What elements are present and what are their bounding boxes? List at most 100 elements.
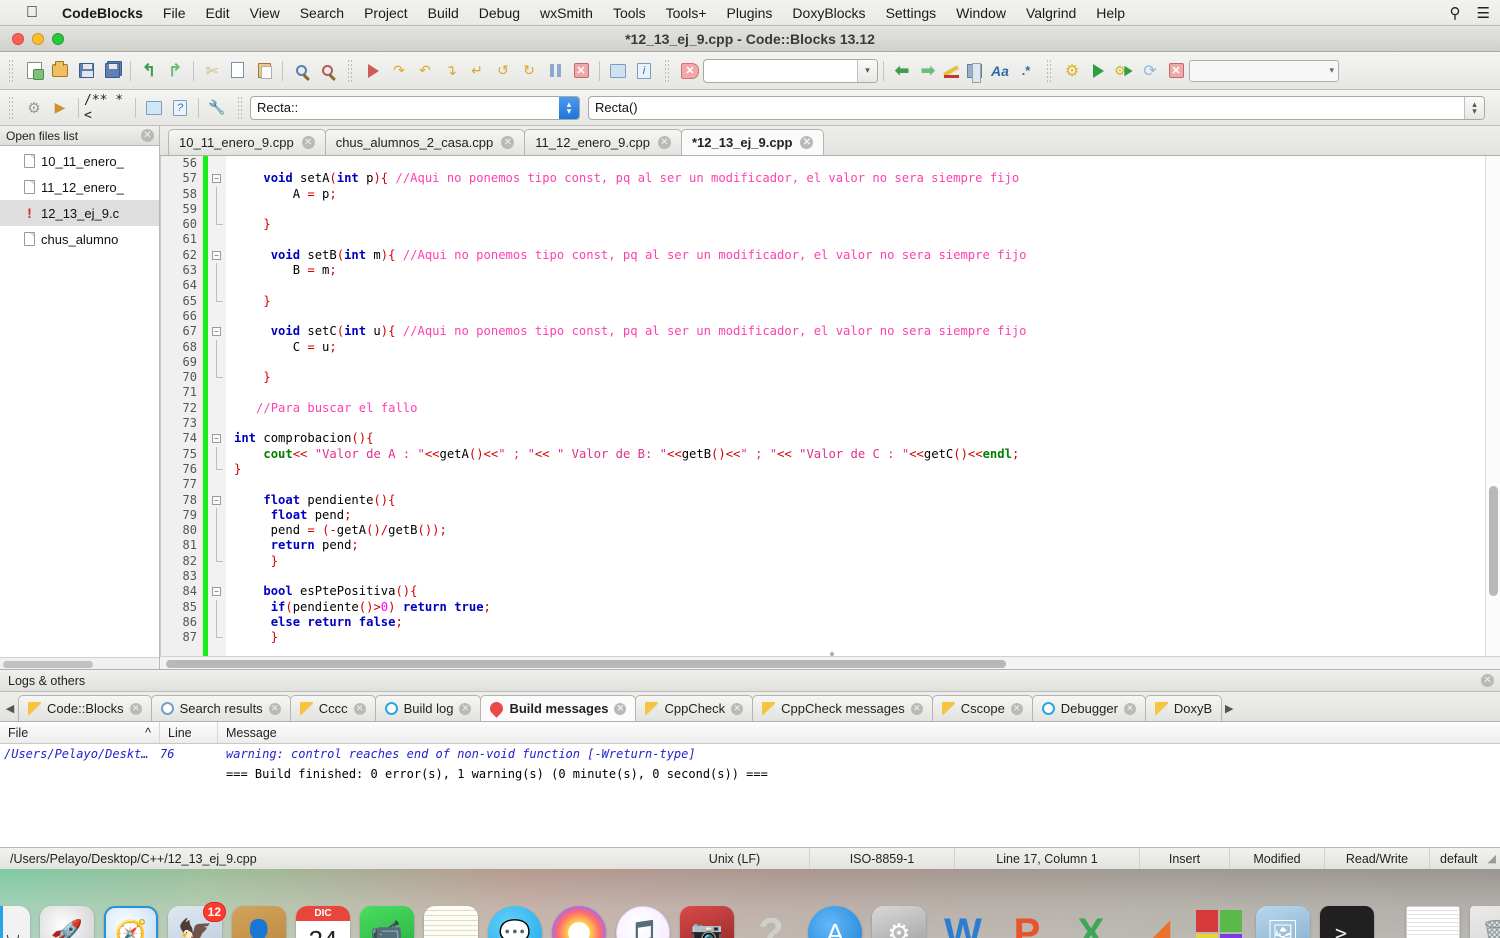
menu-item-project[interactable]: Project (354, 5, 418, 21)
match-case-icon[interactable]: Aa (987, 58, 1013, 84)
doxyblocks-html-icon[interactable] (141, 95, 167, 121)
paste-button[interactable] (251, 58, 277, 84)
dock-icon-word[interactable]: W (936, 906, 990, 938)
menu-item-wxsmith[interactable]: wxSmith (530, 5, 603, 21)
code-line[interactable]: } (234, 554, 1485, 569)
dock-icon-matlab[interactable]: ◢ (1128, 906, 1182, 938)
abort-build-button[interactable]: ✕ (1163, 58, 1189, 84)
code-line[interactable] (234, 416, 1485, 431)
open-files-list[interactable]: 10_11_enero_ 11_12_enero_ ! 12_13_ej_9.c… (0, 146, 159, 657)
column-header-file[interactable]: File ^ (0, 722, 160, 743)
code-line[interactable] (234, 355, 1485, 370)
scrollbar-thumb[interactable] (1489, 486, 1498, 596)
step-into-button[interactable]: ↴ (438, 58, 464, 84)
close-tab-icon[interactable]: ✕ (1010, 702, 1023, 715)
code-line[interactable]: void setB(int m){ //Aqui no ponemos tipo… (234, 248, 1485, 263)
fold-toggle-icon[interactable]: − (208, 493, 226, 508)
open-file-item-2[interactable]: ! 12_13_ej_9.c (0, 200, 159, 226)
code-line[interactable]: int comprobacion(){ (234, 431, 1485, 446)
dock-icon-notes[interactable] (424, 906, 478, 938)
new-file-button[interactable] (21, 58, 47, 84)
editor-tab-0[interactable]: 10_11_enero_9.cpp ✕ (168, 129, 326, 155)
split-handle-icon[interactable] (830, 652, 834, 656)
column-header-message[interactable]: Message (218, 722, 1500, 743)
code-line[interactable]: } (234, 630, 1485, 645)
window-controls[interactable] (0, 32, 64, 45)
toolbar-grip[interactable] (8, 58, 14, 83)
dock-icon-system-preferences[interactable]: ⚙ (872, 906, 926, 938)
dock-icon-calendar[interactable]: DIC24 (296, 906, 350, 938)
close-tab-icon[interactable]: ✕ (301, 136, 315, 149)
resize-grip-icon[interactable]: ◢ (1488, 852, 1500, 865)
log-tab-cscope[interactable]: Cscope ✕ (931, 695, 1033, 721)
log-tab-doxyblocks[interactable]: DoxyB (1144, 695, 1223, 721)
menu-item-toolsplus[interactable]: Tools+ (656, 5, 717, 21)
code-line[interactable]: } (234, 294, 1485, 309)
editor-horizontal-scrollbar[interactable] (160, 652, 1500, 669)
close-tab-icon[interactable]: ✕ (614, 702, 627, 715)
code-line[interactable]: else return false; (234, 615, 1485, 630)
doxygen-run-icon[interactable]: ⚙ (21, 95, 47, 121)
code-line[interactable]: pend = (-getA()/getB()); (234, 523, 1485, 538)
menu-item-file[interactable]: File (153, 5, 196, 21)
close-tab-icon[interactable]: ✕ (501, 136, 515, 149)
menu-item-help[interactable]: Help (1086, 5, 1135, 21)
menu-item-valgrind[interactable]: Valgrind (1016, 5, 1086, 21)
nav-forward-button[interactable]: ➡ (915, 58, 941, 84)
spotlight-search-icon[interactable]: ⚲ (1450, 4, 1461, 22)
code-line[interactable]: cout<< "Valor de A : "<<getA()<<" ; "<< … (234, 447, 1485, 462)
toolbar-grip[interactable] (664, 58, 670, 83)
open-file-button[interactable] (47, 58, 73, 84)
build-and-run-button[interactable]: ⚙ (1111, 58, 1137, 84)
fold-toggle-icon[interactable]: − (208, 431, 226, 446)
code-line[interactable]: bool esPtePositiva(){ (234, 584, 1485, 599)
code-line[interactable]: } (234, 370, 1485, 385)
menu-item-settings[interactable]: Settings (876, 5, 947, 21)
stop-debugger-button[interactable]: ✕ (568, 58, 594, 84)
dock-icon-terminal[interactable]: >_ (1320, 906, 1374, 938)
search-input-combo[interactable]: ▾ (703, 58, 878, 83)
close-tab-icon[interactable]: ✕ (800, 136, 814, 149)
scrollbar-thumb[interactable] (166, 660, 1006, 668)
editor-tab-3[interactable]: *12_13_ej_9.cpp ✕ (680, 129, 825, 155)
rebuild-button[interactable]: ⟳ (1137, 58, 1163, 84)
editor-tab-1[interactable]: chus_alumnos_2_casa.cpp ✕ (324, 129, 526, 155)
dock-icon-excel[interactable]: X (1064, 906, 1118, 938)
dock-icon-help[interactable]: ? (744, 906, 798, 938)
cut-button[interactable]: ✄ (199, 58, 225, 84)
close-tab-icon[interactable]: ✕ (353, 702, 366, 715)
minimize-window-button[interactable] (32, 32, 44, 45)
code-line[interactable]: B = m; (234, 263, 1485, 278)
menu-item-edit[interactable]: Edit (195, 5, 239, 21)
dock-icon-photo-booth[interactable]: 📷 (680, 906, 734, 938)
toolbar-grip[interactable] (8, 95, 14, 120)
menu-item-view[interactable]: View (240, 5, 290, 21)
zoom-window-button[interactable] (52, 32, 64, 45)
doxygen-comment-icon[interactable]: /** *< (84, 93, 130, 123)
build-button[interactable]: ⚙ (1059, 58, 1085, 84)
chevron-updown-icon[interactable]: ▴ ▾ (559, 96, 579, 119)
undo-button[interactable]: ↰ (136, 58, 162, 84)
fold-toggle-icon[interactable]: − (208, 171, 226, 186)
dock-icon-powerpoint[interactable]: P (1000, 906, 1054, 938)
close-tab-icon[interactable]: ✕ (129, 702, 142, 715)
doxyblocks-config-icon[interactable]: 🔧 (204, 95, 230, 121)
scope-select[interactable]: Recta:: ▴ ▾ (250, 95, 580, 120)
dock-icon-safari[interactable]: 🧭 (104, 906, 158, 938)
log-tab-cppcheck-messages[interactable]: CppCheck messages ✕ (752, 695, 933, 721)
code-line[interactable] (234, 385, 1485, 400)
close-logs-panel-icon[interactable]: ✕ (1481, 674, 1494, 687)
code-line[interactable]: } (234, 217, 1485, 232)
close-tab-icon[interactable]: ✕ (731, 702, 744, 715)
chevron-updown-icon[interactable]: ▴ ▾ (1464, 96, 1484, 119)
open-file-item-0[interactable]: 10_11_enero_ (0, 148, 159, 174)
log-tab-cccc[interactable]: Cccc ✕ (289, 695, 376, 721)
doxyblocks-help-icon[interactable]: ? (167, 95, 193, 121)
code-line[interactable] (234, 232, 1485, 247)
dock-icon-finder[interactable]: ◡ (0, 906, 30, 938)
toggle-bookmark-icon[interactable] (941, 62, 961, 80)
goto-symbol-icon[interactable]: ✕ (677, 58, 703, 84)
close-panel-icon[interactable]: ✕ (141, 129, 154, 142)
find-button[interactable] (288, 58, 314, 84)
step-out-button[interactable]: ↵ (464, 58, 490, 84)
